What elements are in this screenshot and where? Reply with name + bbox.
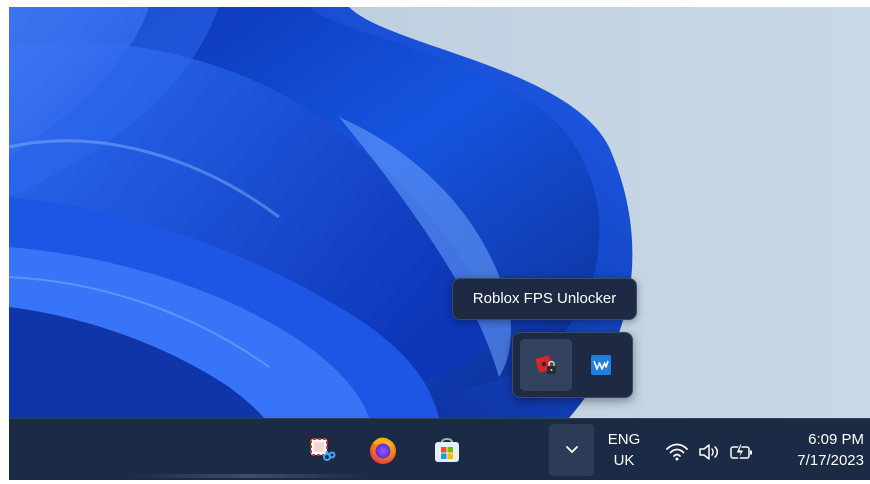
- wallpaper-bloom: [9, 7, 633, 418]
- snipping-tool-icon: [308, 436, 336, 464]
- input-language-indicator[interactable]: ENG UK: [604, 429, 644, 471]
- waves-icon: [591, 355, 611, 375]
- microsoft-store-icon: [432, 435, 462, 465]
- quick-settings-button[interactable]: [665, 441, 757, 463]
- tray-item-roblox-fps-unlocker[interactable]: [520, 339, 572, 391]
- roblox-fps-unlocker-icon: [534, 353, 558, 377]
- taskbar-app-firefox[interactable]: [366, 433, 400, 467]
- taskbar-glow: [129, 474, 369, 478]
- clock-date: 7/17/2023: [797, 452, 864, 469]
- show-hidden-icons-button[interactable]: [549, 424, 594, 476]
- desktop: Roblox FPS Unlocker ENG UK 6:09 PM 7/17/…: [9, 7, 870, 480]
- chevron-down-icon: [565, 445, 579, 455]
- tray-overflow-panel: [512, 332, 633, 398]
- firefox-icon: [367, 434, 399, 466]
- clock-time: 6:09 PM: [808, 431, 864, 448]
- taskbar-app-snipping-tool[interactable]: [305, 433, 339, 467]
- wifi-icon: [665, 442, 689, 462]
- clock[interactable]: 6:09 PM 7/17/2023: [774, 429, 864, 471]
- keyboard-region: UK: [613, 452, 635, 469]
- taskbar-app-microsoft-store[interactable]: [430, 433, 464, 467]
- language-code: ENG: [607, 431, 641, 448]
- speaker-icon: [697, 442, 721, 462]
- taskbar: ENG UK 6:09 PM 7/17/2023: [9, 418, 870, 480]
- tray-item-waves[interactable]: [575, 339, 627, 391]
- tray-icon-tooltip: Roblox FPS Unlocker: [452, 278, 637, 320]
- battery-charging-icon: [729, 442, 755, 462]
